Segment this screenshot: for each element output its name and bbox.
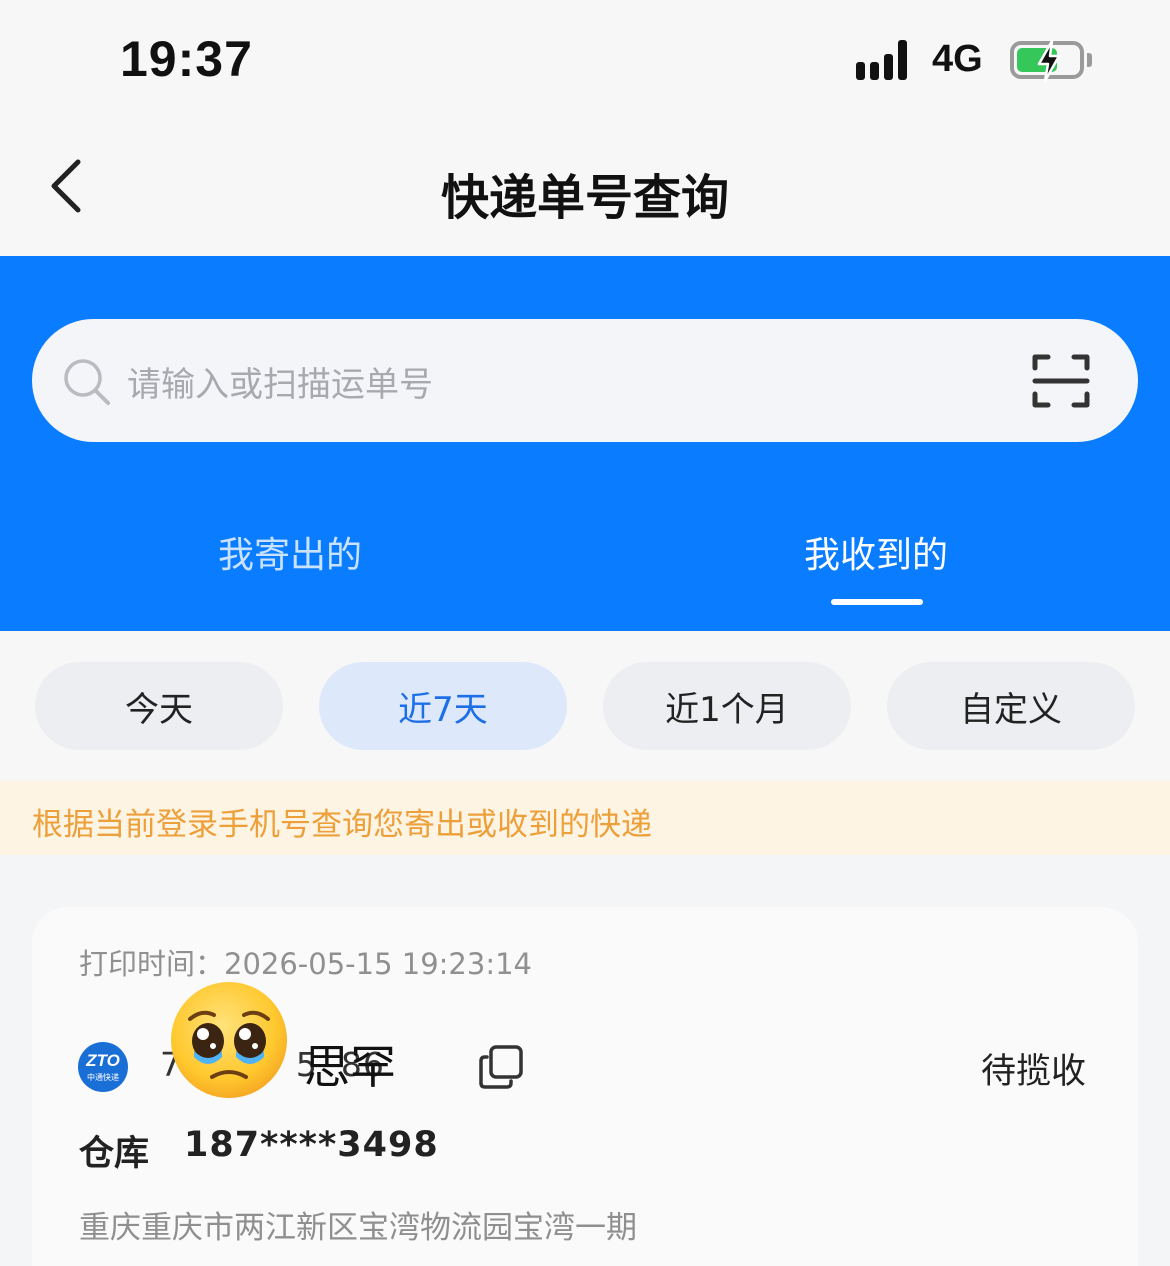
filter-last-month[interactable]: 近1个月 <box>603 662 851 750</box>
search-placeholder: 请输入或扫描运单号 <box>127 365 433 405</box>
notice-banner: 根据当前登录手机号查询您寄出或收到的快递 <box>0 781 1170 855</box>
filter-today[interactable]: 今天 <box>35 662 283 750</box>
status-time: 19:37 <box>120 31 253 87</box>
notice-text: 根据当前登录手机号查询您寄出或收到的快递 <box>32 807 652 843</box>
battery-cap <box>1087 53 1092 67</box>
status-bar: 19:37 4G <box>0 0 1170 120</box>
carrier-logo: ZTO 中通快递 <box>78 1042 128 1092</box>
page-title: 快递单号查询 <box>440 170 729 226</box>
filter-custom[interactable]: 自定义 <box>887 662 1135 750</box>
print-time: 打印时间：2026-05-15 19:23:14 <box>79 947 532 981</box>
search-header: 请输入或扫描运单号 我寄出的 我收到的 <box>0 256 1170 631</box>
tab-received[interactable]: 我收到的 <box>804 526 948 578</box>
signal-icon <box>856 40 916 80</box>
charging-bolt-icon <box>1037 39 1061 83</box>
search-input[interactable]: 请输入或扫描运单号 <box>32 319 1138 442</box>
search-icon <box>64 359 110 405</box>
scan-icon[interactable] <box>1032 353 1090 409</box>
tab-sent[interactable]: 我寄出的 <box>218 526 362 578</box>
tab-active-indicator <box>831 599 923 605</box>
pleading-face-sticker <box>171 982 287 1098</box>
carrier-logo-abbr: ZTO <box>86 1051 120 1070</box>
package-card[interactable]: 打印时间：2026-05-15 19:23:14 ZTO 中通快递 7 7 5 … <box>32 907 1138 1266</box>
recipient-phone: 187****3498 <box>184 1125 439 1165</box>
battery-icon <box>1010 39 1084 83</box>
carrier-logo-name: 中通快递 <box>87 1073 119 1082</box>
network-type: 4G <box>932 38 983 80</box>
copy-icon[interactable] <box>478 1044 524 1090</box>
date-filter-row: 今天 近7天 近1个月 自定义 <box>0 631 1170 781</box>
package-status: 待揽收 <box>980 1052 1086 1092</box>
recipient-name: 仓库 <box>79 1134 150 1174</box>
sticker-text: 思罕 <box>304 1040 396 1094</box>
nav-bar: 快递单号查询 <box>0 120 1170 256</box>
filter-last-7-days[interactable]: 近7天 <box>319 662 567 750</box>
recipient-address: 重庆重庆市两江新区宝湾物流园宝湾一期 <box>79 1210 637 1246</box>
